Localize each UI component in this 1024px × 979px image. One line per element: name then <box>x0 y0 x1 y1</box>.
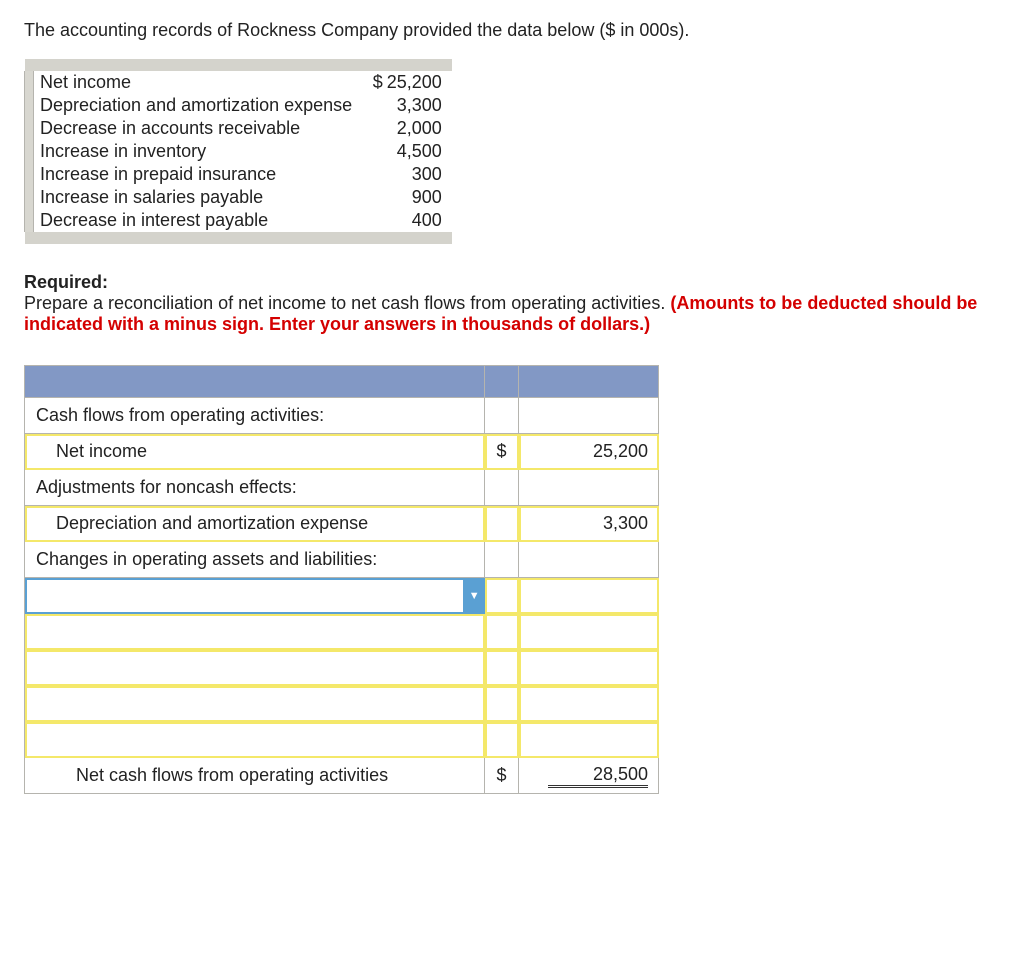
select-cell-4[interactable] <box>25 686 485 722</box>
data-currency <box>363 186 385 209</box>
data-currency <box>363 94 385 117</box>
currency-cell-2[interactable] <box>485 614 519 650</box>
data-value: 3,300 <box>385 94 452 117</box>
data-value: 4,500 <box>385 140 452 163</box>
currency-cell-1[interactable] <box>485 578 519 614</box>
select-cell-5[interactable] <box>25 722 485 758</box>
data-value: 300 <box>385 163 452 186</box>
net-income-currency[interactable]: $ <box>485 434 519 470</box>
currency-cell-4[interactable] <box>485 686 519 722</box>
required-label: Required: <box>24 272 108 292</box>
data-label: Increase in salaries payable <box>34 186 363 209</box>
net-income-value[interactable]: 25,200 <box>519 434 659 470</box>
data-label: Increase in prepaid insurance <box>34 163 363 186</box>
data-currency <box>363 209 385 232</box>
required-block: Required: Prepare a reconciliation of ne… <box>24 272 1000 335</box>
data-currency: $ <box>363 71 385 94</box>
value-cell-4[interactable] <box>519 686 659 722</box>
currency-cell-3[interactable] <box>485 650 519 686</box>
select-cell-3[interactable] <box>25 650 485 686</box>
data-label: Net income <box>34 71 363 94</box>
data-currency <box>363 163 385 186</box>
data-value: 900 <box>385 186 452 209</box>
required-text: Prepare a reconciliation of net income t… <box>24 293 670 313</box>
row-cash-flows: Cash flows from operating activities: <box>26 405 483 426</box>
dep-amort-currency[interactable] <box>485 506 519 542</box>
value-cell-2[interactable] <box>519 614 659 650</box>
data-currency <box>363 117 385 140</box>
data-label: Increase in inventory <box>34 140 363 163</box>
row-changes: Changes in operating assets and liabilit… <box>26 549 483 570</box>
dep-amort-value[interactable]: 3,300 <box>519 506 659 542</box>
chevron-down-icon: ▼ <box>465 578 485 613</box>
row-net-cash: Net cash flows from operating activities <box>26 765 483 786</box>
value-cell-5[interactable] <box>519 722 659 758</box>
data-label: Decrease in accounts receivable <box>34 117 363 140</box>
net-cash-currency: $ <box>485 758 519 794</box>
data-value: 25,200 <box>385 71 452 94</box>
data-currency <box>363 140 385 163</box>
row-adjustments: Adjustments for noncash effects: <box>26 477 483 498</box>
select-cell-2[interactable] <box>25 614 485 650</box>
data-table: Net income $ 25,200 Depreciation and amo… <box>24 59 452 244</box>
row-dep-amort[interactable]: Depreciation and amortization expense <box>26 513 483 534</box>
data-label: Depreciation and amortization expense <box>34 94 363 117</box>
intro-text: The accounting records of Rockness Compa… <box>24 20 1000 41</box>
data-value: 2,000 <box>385 117 452 140</box>
currency-cell-5[interactable] <box>485 722 519 758</box>
answer-table: Cash flows from operating activities: Ne… <box>24 365 659 794</box>
row-net-income[interactable]: Net income <box>26 441 483 462</box>
value-cell-1[interactable] <box>519 578 659 614</box>
data-label: Decrease in interest payable <box>34 209 363 232</box>
net-cash-value: 28,500 <box>519 758 659 794</box>
select-cell-1[interactable] <box>25 578 465 614</box>
dropdown-toggle-1[interactable]: ▼ <box>465 578 485 614</box>
value-cell-3[interactable] <box>519 650 659 686</box>
data-value: 400 <box>385 209 452 232</box>
